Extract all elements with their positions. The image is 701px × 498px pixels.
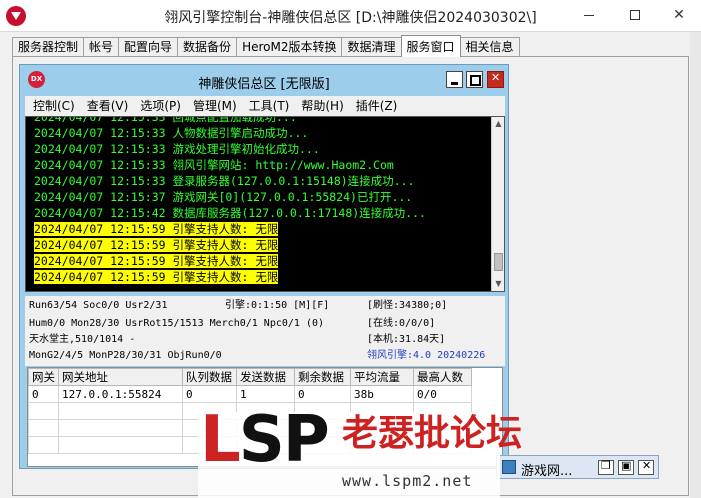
tab-strip: 服务器控制 帐号 配置向导 数据备份 HeroM2版本转换 数据清理 服务窗口 … [12,35,520,57]
cell: 0/0 [413,385,472,403]
table-row[interactable]: 0 127.0.0.1:55824 0 1 0 38b 0/0 [28,385,472,403]
tab-data-cleanup[interactable]: 数据清理 [341,37,402,57]
maximize-button[interactable] [612,0,658,31]
cell: 0 [182,385,237,403]
status-monsters: MonG2/4/5 MonP28/30/31 ObjRun0/0 [29,350,222,361]
watermark-url: www.lspm2.net [342,472,473,490]
tab-data-backup[interactable]: 数据备份 [177,37,238,57]
menu-view[interactable]: 查看(V) [87,96,129,116]
menu-control[interactable]: 控制(C) [33,96,75,116]
col-gateway-address[interactable]: 网关地址 [58,368,183,386]
log-line-highlight: 2024/04/07 12:15:59 引擎支持人数: 无限 [34,270,279,284]
status-online: [在线:0/0/0] [367,318,436,329]
tab-related-info[interactable]: 相关信息 [459,37,520,57]
maximize-button-small[interactable] [618,459,634,475]
tab-account[interactable]: 帐号 [83,37,120,57]
col-sent[interactable]: 发送数据 [236,368,295,386]
status-run: Run63/54 Soc0/0 Usr2/31 [29,300,168,311]
scroll-up-arrow-icon[interactable]: ▲ [492,117,504,131]
cell: 1 [236,385,295,403]
close-button[interactable]: ✕ [656,0,701,31]
col-remaining[interactable]: 剩余数据 [294,368,351,386]
log-line-highlight: 2024/04/07 12:15:59 引擎支持人数: 无限 [34,238,279,252]
menu-help[interactable]: 帮助(H) [301,96,343,116]
log-console[interactable]: 2024/04/07 12:15:33 回城点配置加载成功... 2024/04… [25,116,505,292]
menu-options[interactable]: 选项(P) [140,96,181,116]
child-minimize-button[interactable] [446,71,463,88]
status-objects: Hum0/0 Mon28/30 UsrRot15/1513 Merch0/1 N… [29,318,325,329]
table-header-row: 网关 网关地址 队列数据 发送数据 剩余数据 平均流量 最高人数 [28,368,472,386]
status-panel: Run63/54 Soc0/0 Usr2/31 引擎:0:1:50 [M][F]… [25,296,505,366]
close-button-small[interactable] [638,459,654,475]
cell: 0 [294,385,351,403]
cell: 38b [350,385,414,403]
window-app-icon [502,460,516,474]
scroll-down-arrow-icon[interactable]: ▼ [492,277,504,291]
child-close-button[interactable] [487,71,504,88]
log-line-highlight: 2024/04/07 12:15:59 引擎支持人数: 无限 [34,222,279,236]
menu-manage[interactable]: 管理(M) [193,96,237,116]
scroll-thumb[interactable] [494,253,503,271]
minimize-icon [584,14,594,16]
col-queue[interactable]: 队列数据 [182,368,237,386]
main-titlebar: 翎风引擎控制台-神雕侠侣总区 [D:\神雕侠侣2024030302\] ✕ [0,0,701,32]
log-line: 2024/04/07 12:15:33 登录服务器(127.0.0.1:1514… [34,174,415,188]
watermark-site-name: 老瑟批论坛 [342,413,523,454]
maximize-icon [630,10,640,20]
status-player: 天水堂主,510/1014 - [29,334,136,345]
child-titlebar: DX 神雕侠侣总区 [无限版] [20,65,508,95]
watermark-logo: LSP [200,403,330,477]
status-engine-time: 引擎:0:1:50 [M][F] [225,300,330,311]
status-spawn: [刷怪:34380;0] [367,300,448,311]
cell: 0 [28,385,59,403]
minimized-window-label: 游戏网... [521,464,573,479]
log-line-highlight: 2024/04/07 12:15:59 引擎支持人数: 无限 [34,254,279,268]
minimized-game-gateway-window[interactable]: 游戏网... [496,455,659,479]
tab-server-control[interactable]: 服务器控制 [12,37,85,57]
log-line: 2024/04/07 12:15:33 游戏处理引擎初始化成功... [34,142,320,156]
minimize-button[interactable] [566,0,612,31]
col-max-users[interactable]: 最高人数 [413,368,472,386]
right-edge [690,32,701,498]
menu-tools[interactable]: 工具(T) [249,96,290,116]
log-line: 2024/04/07 12:15:33 人物数据引擎启动成功... [34,126,309,140]
close-icon: ✕ [673,7,685,23]
col-avg-traffic[interactable]: 平均流量 [350,368,414,386]
menu-plugins[interactable]: 插件(Z) [356,96,398,116]
log-line: 2024/04/07 12:15:33 回城点配置加载成功... [34,116,297,124]
child-window-title: 神雕侠侣总区 [无限版] [198,77,330,92]
menu-bar: 控制(C) 查看(V) 选项(P) 管理(M) 工具(T) 帮助(H) 插件(Z… [25,96,505,116]
tab-service-window[interactable]: 服务窗口 [400,35,461,57]
log-line: 2024/04/07 12:15:42 数据库服务器(127.0.0.1:171… [34,206,426,220]
tab-config-wizard[interactable]: 配置向导 [118,37,179,57]
engine-version: 翎风引擎:4.0 20240226 [367,350,486,361]
status-uptime: [本机:31.84天] [367,334,446,345]
cell: 127.0.0.1:55824 [58,385,183,403]
log-scrollbar[interactable]: ▲ ▼ [491,117,504,291]
restore-button[interactable] [598,459,614,475]
tab-herom2-convert[interactable]: HeroM2版本转换 [236,37,343,57]
child-maximize-button[interactable] [466,71,483,88]
log-line: 2024/04/07 12:15:37 游戏网关[0](127.0.0.1:55… [34,190,413,204]
log-line: 2024/04/07 12:15:33 翎风引擎网站: http://www.H… [34,158,394,172]
col-gateway[interactable]: 网关 [28,368,59,386]
